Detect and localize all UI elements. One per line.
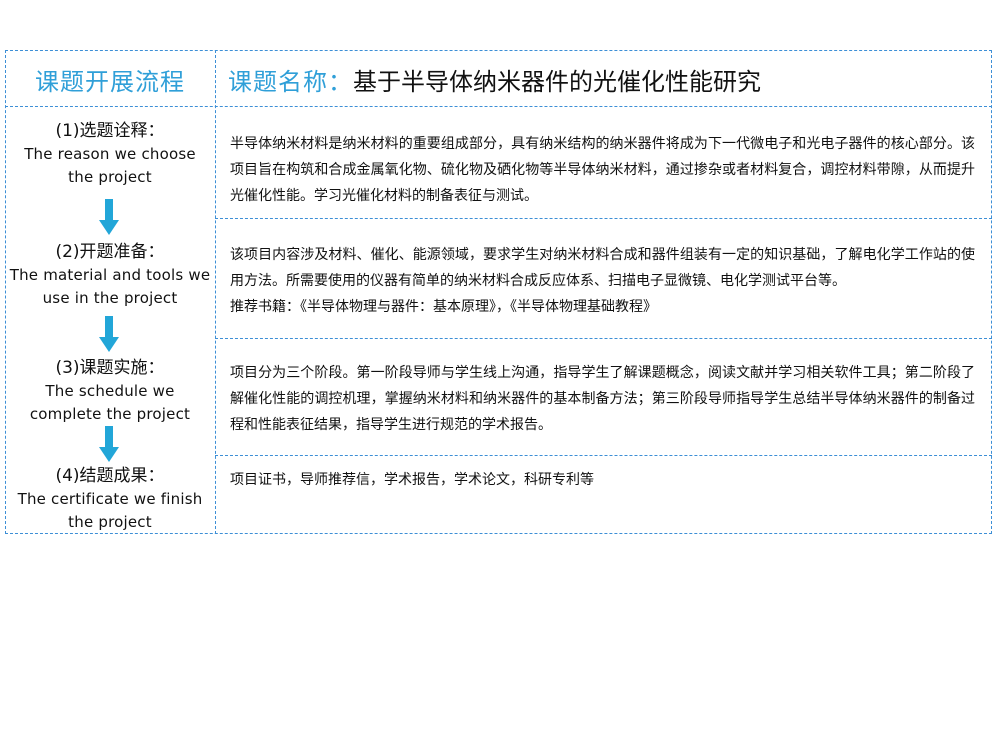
topic-label: 课题名称：	[228, 67, 353, 96]
arrow-down-icon	[99, 316, 119, 354]
row-divider-2	[215, 338, 992, 339]
step-english: The certificate we finish	[17, 490, 203, 508]
column-divider	[215, 50, 216, 534]
step-title: (4)结题成果：	[55, 466, 165, 486]
step-title: (2)开题准备：	[55, 242, 165, 262]
topic-header: 课题名称： 基于半导体纳米器件的光催化性能研究	[228, 52, 988, 106]
content-results: 项目证书，导师推荐信，学术报告，学术论文，科研专利等	[230, 467, 975, 493]
row-divider-3	[215, 455, 992, 456]
content-preparation: 该项目内容涉及材料、催化、能源领域，要求学生对纳米材料合成和器件组装有一定的知识…	[230, 242, 975, 320]
header-divider	[5, 106, 992, 107]
content-reason: 半导体纳米材料是纳米材料的重要组成部分，具有纳米结构的纳米器件将成为下一代微电子…	[230, 131, 975, 209]
step-english: The reason we choose	[24, 145, 196, 163]
content-schedule: 项目分为三个阶段。第一阶段导师与学生线上沟通，指导学生了解课题概念，阅读文献并学…	[230, 360, 975, 438]
step-title: (3)课题实施：	[55, 358, 165, 378]
step-3: (3)课题实施： The schedule we complete the pr…	[5, 357, 215, 426]
step-english: the project	[68, 168, 152, 186]
step-english: complete the project	[29, 405, 191, 423]
topic-name: 基于半导体纳米器件的光催化性能研究	[353, 67, 761, 96]
process-title: 课题开展流程	[35, 67, 185, 96]
step-1: (1)选题诠释： The reason we choose the projec…	[5, 120, 215, 189]
row-divider-1	[215, 218, 992, 219]
arrow-down-icon	[99, 426, 119, 464]
step-english: The material and tools we	[9, 266, 211, 284]
step-english: use in the project	[42, 289, 178, 307]
paragraph: 项目证书，导师推荐信，学术报告，学术论文，科研专利等	[230, 472, 594, 488]
step-english: the project	[68, 513, 152, 531]
step-4: (4)结题成果： The certificate we finish the p…	[5, 465, 215, 534]
step-english: The schedule we	[45, 382, 175, 400]
paragraph: 半导体纳米材料是纳米材料的重要组成部分，具有纳米结构的纳米器件将成为下一代微电子…	[230, 136, 975, 204]
step-2: (2)开题准备： The material and tools we use i…	[5, 241, 215, 310]
step-title: (1)选题诠释：	[55, 121, 165, 141]
paragraph: 该项目内容涉及材料、催化、能源领域，要求学生对纳米材料合成和器件组装有一定的知识…	[230, 247, 975, 289]
paragraph: 项目分为三个阶段。第一阶段导师与学生线上沟通，指导学生了解课题概念，阅读文献并学…	[230, 365, 975, 433]
arrow-down-icon	[99, 199, 119, 237]
recommended-books: 推荐书籍：《半导体物理与器件：基本原理》，《半导体物理基础教程》	[230, 299, 657, 315]
